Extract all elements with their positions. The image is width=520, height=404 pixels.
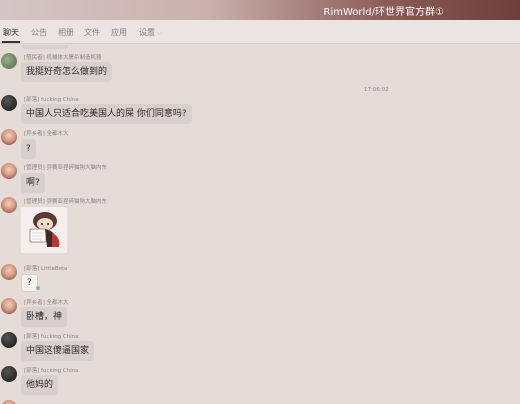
message-bubble[interactable]: ?	[21, 139, 36, 159]
avatar[interactable]	[1, 53, 17, 69]
sender-name[interactable]: [部落] fucking China	[24, 95, 79, 103]
sender-name[interactable]: [殖民者] 机械体大屠杀制造机器	[24, 53, 102, 61]
tab-settings[interactable]: 设置 ⌵	[139, 27, 162, 38]
message-bubble[interactable]: 中国这傻逼国家	[21, 341, 95, 361]
message-bubble[interactable]: ?	[21, 274, 38, 292]
avatar[interactable]	[1, 197, 17, 213]
message-bubble[interactable]: 卧槽，神	[21, 307, 68, 327]
avatar[interactable]	[1, 400, 17, 404]
window-title: RimWorld/环世界官方群①	[323, 7, 444, 18]
message-bubble[interactable]: 我挺好奇怎么做到的	[21, 62, 113, 82]
avatar[interactable]	[1, 264, 17, 280]
tab-announcements[interactable]: 公告	[31, 27, 47, 38]
sender-name[interactable]: [管理员] 弥赛亚捏碎猫狗大脑内东	[24, 163, 107, 171]
sender-name[interactable]: [部落] LittleBeta	[24, 264, 68, 272]
tab-chat[interactable]: 聊天	[3, 27, 19, 38]
message-bubble[interactable]: 他妈的	[21, 375, 59, 395]
avatar[interactable]	[1, 129, 17, 145]
sticker-image[interactable]	[21, 207, 67, 253]
tab-album[interactable]: 相册	[58, 27, 74, 38]
avatar[interactable]	[1, 163, 17, 179]
chevron-down-icon: ⌵	[157, 29, 163, 37]
avatar[interactable]	[1, 332, 17, 348]
sender-name[interactable]: [管理员] 弥赛亚捏碎猫狗大脑内东	[24, 197, 107, 205]
read-status-icon	[36, 286, 40, 290]
sender-name[interactable]: [异乡者] 全都木大	[24, 298, 69, 306]
previous-message-bubble	[22, 45, 68, 49]
message-bubble[interactable]: 中国人只适合吃美国人的屎 你们同意吗?	[21, 104, 192, 124]
tab-bar: 聊天 公告 相册 文件 应用 设置 ⌵	[0, 20, 520, 44]
title-bar: RimWorld/环世界官方群①	[0, 0, 520, 20]
message-bubble[interactable]: 啊?	[21, 173, 45, 193]
tab-settings-label: 设置	[139, 28, 155, 37]
sender-name[interactable]: [部落] fucking China	[24, 366, 79, 374]
active-tab-indicator	[2, 41, 20, 43]
avatar[interactable]	[1, 366, 17, 382]
avatar[interactable]	[1, 95, 17, 111]
sender-name[interactable]: [部落] fucking China	[24, 332, 79, 340]
tab-files[interactable]: 文件	[84, 27, 100, 38]
message-timestamp: 17:06:02	[364, 87, 389, 93]
tab-apps[interactable]: 应用	[111, 27, 127, 38]
avatar[interactable]	[1, 298, 17, 314]
sender-name[interactable]: [异乡者] 全都木大	[24, 129, 69, 137]
chat-message-list[interactable]: [殖民者] 机械体大屠杀制造机器 我挺好奇怎么做到的 17:06:02 [部落]…	[0, 45, 520, 404]
